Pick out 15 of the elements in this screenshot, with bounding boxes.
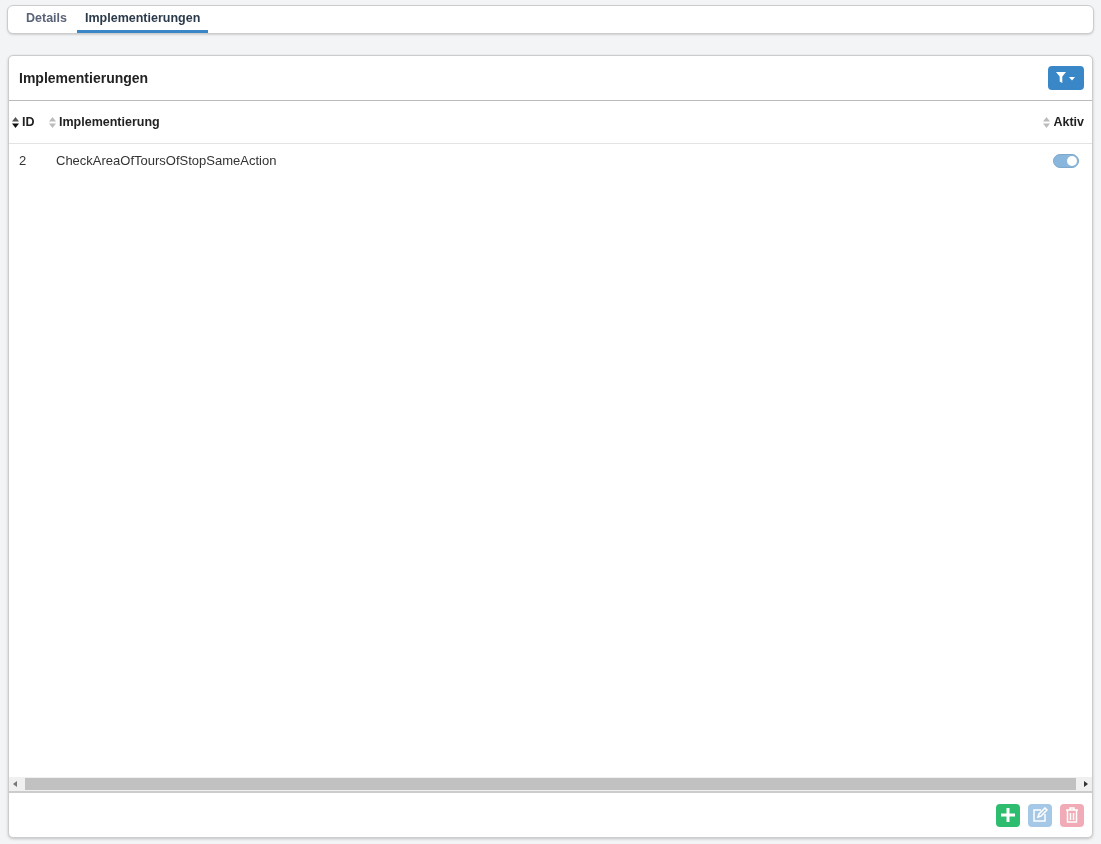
column-header[interactable]: Implementierung [49, 115, 1042, 129]
panel-title: Implementierungen [19, 70, 149, 86]
column-header[interactable]: Aktiv [1042, 115, 1092, 129]
tab[interactable]: Implementierungen [77, 6, 209, 33]
table-cell-text: 2 [18, 153, 28, 168]
tab[interactable]: Details [18, 6, 75, 33]
filter-button[interactable] [1048, 66, 1084, 90]
horizontal-scrollbar[interactable] [9, 777, 1092, 793]
filter-icon [1056, 72, 1076, 84]
column-header[interactable]: ID [9, 115, 49, 129]
table-cell-text: CheckAreaOfToursOfStopSameAction [56, 153, 278, 168]
pencil-icon [1032, 807, 1048, 823]
plus-icon [1001, 808, 1015, 822]
add-button[interactable] [996, 803, 1020, 827]
trash-icon [1065, 807, 1079, 823]
